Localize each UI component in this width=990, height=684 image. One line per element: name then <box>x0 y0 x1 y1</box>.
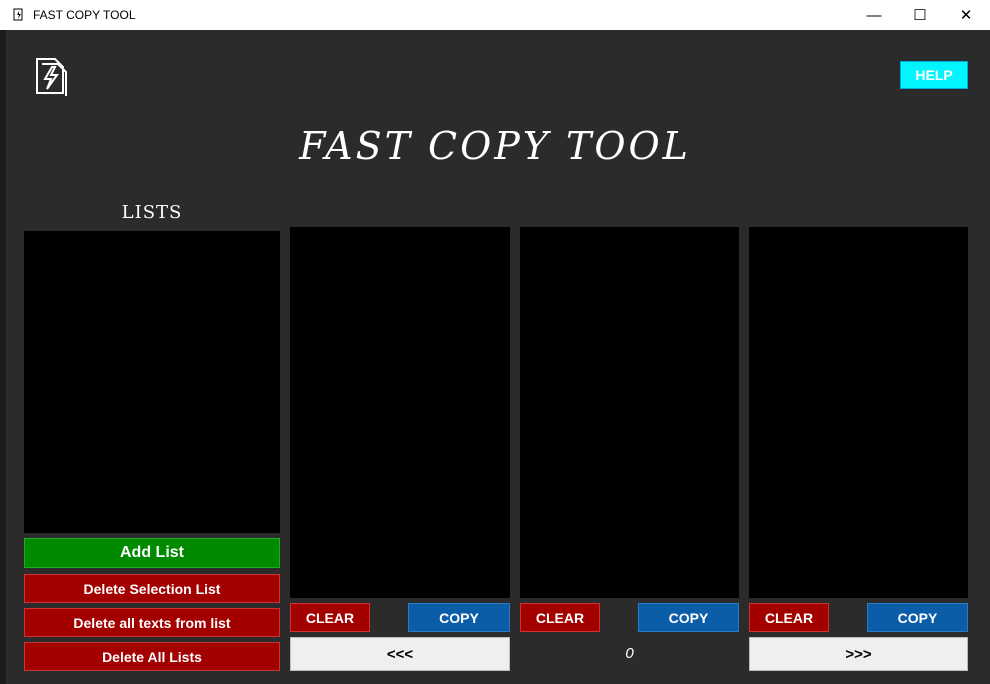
page-number: 0 <box>625 645 634 662</box>
clear-button-2[interactable]: CLEAR <box>520 603 600 632</box>
clear-button-1[interactable]: CLEAR <box>290 603 370 632</box>
copy-button-1[interactable]: COPY <box>408 603 510 632</box>
lists-listbox[interactable] <box>24 231 280 533</box>
app-icon <box>13 8 23 21</box>
delete-selection-list-button[interactable]: Delete Selection List <box>24 574 280 603</box>
delete-all-lists-button[interactable]: Delete All Lists <box>24 642 280 671</box>
lists-label: LISTS <box>121 202 183 223</box>
delete-all-texts-button[interactable]: Delete all texts from list <box>24 608 280 637</box>
title-bar: FAST COPY TOOL — ☐ ✕ <box>0 0 990 30</box>
copy-button-3[interactable]: COPY <box>867 603 968 632</box>
close-button[interactable]: ✕ <box>943 0 989 30</box>
previous-page-button[interactable]: <<< <box>290 637 510 671</box>
clear-button-3[interactable]: CLEAR <box>749 603 829 632</box>
document-lightning-icon <box>36 58 67 96</box>
next-page-button[interactable]: >>> <box>749 637 968 671</box>
text-panel-3[interactable] <box>749 227 968 598</box>
window-title: FAST COPY TOOL <box>33 8 136 22</box>
maximize-button[interactable]: ☐ <box>897 0 943 30</box>
minimize-button[interactable]: — <box>851 0 897 30</box>
add-list-button[interactable]: Add List <box>24 538 280 568</box>
page-title: FAST COPY TOOL <box>299 124 691 168</box>
help-button[interactable]: HELP <box>900 61 968 89</box>
copy-button-2[interactable]: COPY <box>638 603 739 632</box>
text-panel-1[interactable] <box>290 227 510 598</box>
text-panel-2[interactable] <box>520 227 739 598</box>
